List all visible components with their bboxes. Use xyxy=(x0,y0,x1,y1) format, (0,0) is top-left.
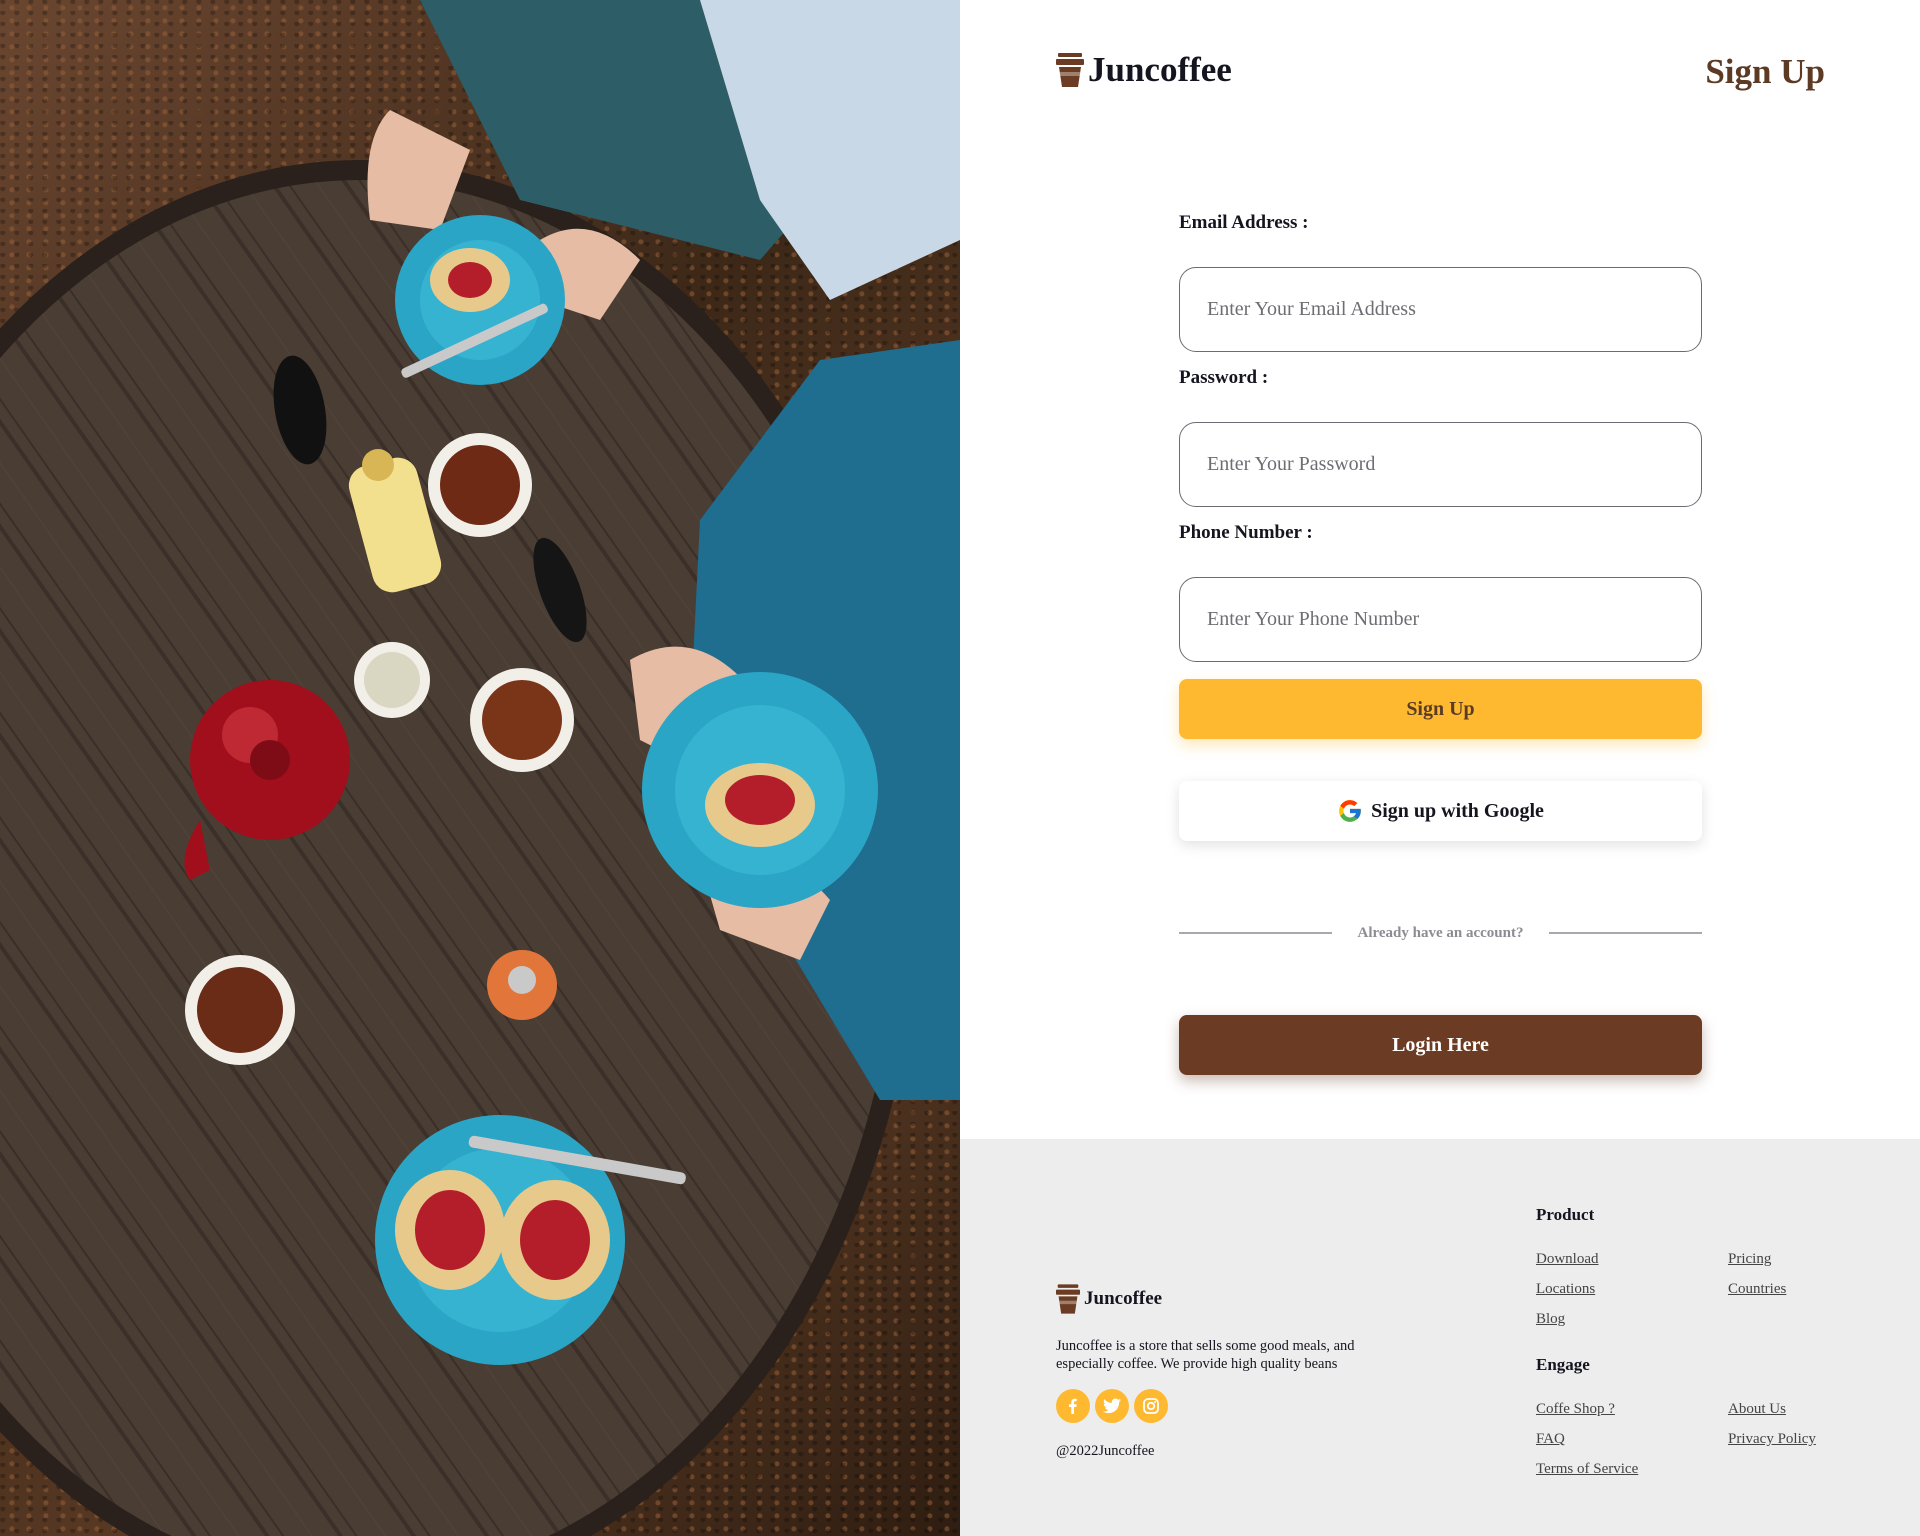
password-label: Password : xyxy=(1179,367,1269,388)
footer-link-blog[interactable]: Blog xyxy=(1536,1311,1565,1328)
footer-link-terms[interactable]: Terms of Service xyxy=(1536,1461,1638,1478)
google-signup-button[interactable]: Sign up with Google xyxy=(1179,781,1702,841)
hero-photo xyxy=(0,0,960,1536)
footer-link-faq[interactable]: FAQ xyxy=(1536,1431,1565,1448)
header-brand[interactable]: Juncoffee xyxy=(1056,50,1232,90)
coffee-cup-icon xyxy=(1056,1284,1080,1314)
brand-name: Juncoffee xyxy=(1088,50,1232,89)
phone-field[interactable] xyxy=(1179,577,1702,662)
footer-link-privacy-policy[interactable]: Privacy Policy xyxy=(1728,1431,1816,1448)
login-button[interactable]: Login Here xyxy=(1179,1015,1702,1075)
email-field[interactable] xyxy=(1179,267,1702,352)
signup-button-label: Sign Up xyxy=(1406,697,1475,720)
footer-heading-engage: Engage xyxy=(1536,1355,1590,1374)
divider-line-left xyxy=(1179,932,1332,934)
cafe-table-photo xyxy=(0,0,960,1536)
login-button-label: Login Here xyxy=(1392,1033,1489,1056)
footer-copyright: @2022Juncoffee xyxy=(1056,1443,1155,1459)
phone-input[interactable] xyxy=(1205,607,1676,632)
footer-link-countries[interactable]: Countries xyxy=(1728,1281,1786,1298)
twitter-icon[interactable] xyxy=(1095,1389,1129,1423)
footer-link-about-us[interactable]: About Us xyxy=(1728,1401,1786,1418)
account-divider: Already have an account? xyxy=(1179,923,1702,943)
instagram-icon[interactable] xyxy=(1134,1389,1168,1423)
footer-link-locations[interactable]: Locations xyxy=(1536,1281,1595,1298)
google-icon xyxy=(1339,800,1361,822)
footer-link-download[interactable]: Download xyxy=(1536,1251,1599,1268)
divider-line-right xyxy=(1549,932,1702,934)
footer-brand-name: Juncoffee xyxy=(1084,1288,1163,1309)
email-input[interactable] xyxy=(1205,297,1676,322)
social-links xyxy=(1056,1389,1168,1423)
footer-description: Juncoffee is a store that sells some goo… xyxy=(1056,1338,1355,1372)
email-label: Email Address : xyxy=(1179,212,1309,233)
password-input[interactable] xyxy=(1205,452,1676,477)
footer-brand[interactable]: Juncoffee xyxy=(1056,1284,1162,1314)
phone-label: Phone Number : xyxy=(1179,522,1313,543)
coffee-cup-icon xyxy=(1056,53,1084,87)
facebook-icon[interactable] xyxy=(1056,1389,1090,1423)
footer-link-pricing[interactable]: Pricing xyxy=(1728,1251,1771,1268)
footer-heading-product: Product xyxy=(1536,1205,1595,1224)
page-title: Sign Up xyxy=(1705,52,1825,91)
signup-button[interactable]: Sign Up xyxy=(1179,679,1702,739)
footer: Juncoffee Juncoffee is a store that sell… xyxy=(960,1139,1920,1536)
google-button-label: Sign up with Google xyxy=(1371,799,1544,822)
password-field[interactable] xyxy=(1179,422,1702,507)
footer-link-coffe-shop[interactable]: Coffe Shop ? xyxy=(1536,1401,1615,1418)
divider-text: Already have an account? xyxy=(1357,924,1524,941)
